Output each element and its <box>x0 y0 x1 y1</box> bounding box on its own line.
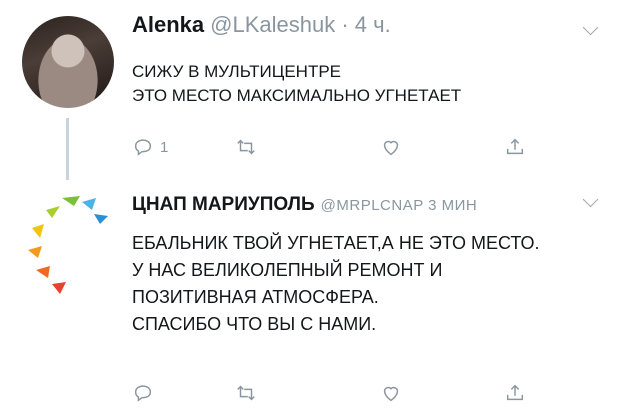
retweet-button[interactable] <box>235 134 257 160</box>
handle-time: @LKaleshuk · 4 ч. <box>210 12 391 37</box>
tweet-actions <box>132 380 552 410</box>
reply-icon <box>134 139 152 156</box>
reply-icon <box>134 385 152 402</box>
tweet-text: СИЖУ В МУЛЬТИЦЕНТРЕ ЭТО МЕСТО МАКСИМАЛЬН… <box>132 62 462 105</box>
author-name[interactable]: ЦНАП МАРИУПОЛЬ <box>132 194 315 215</box>
reply-button[interactable]: 1 <box>132 134 168 160</box>
chevron-down-icon[interactable] <box>582 191 599 208</box>
thread-line <box>66 118 69 180</box>
share-icon <box>506 138 524 155</box>
avatar[interactable] <box>22 16 114 108</box>
reply-count: 1 <box>160 138 169 156</box>
tweet[interactable]: ЦНАП МАРИУПОЛЬ @MRPLCNAP 3 МИН ЕБАЛЬНИК Т… <box>0 180 624 414</box>
tweet[interactable]: Alenka @LKaleshuk · 4 ч. СИЖУ В МУЛЬТИЦЕН… <box>0 0 624 180</box>
chevron-down-icon[interactable] <box>582 19 599 36</box>
reply-button[interactable] <box>132 380 154 406</box>
author-name[interactable]: Alenka <box>132 12 204 37</box>
tweet-actions: 1 <box>132 134 552 164</box>
like-icon <box>383 386 399 402</box>
like-icon <box>383 140 399 156</box>
handle-time: @MRPLCNAP 3 МИН <box>320 197 478 214</box>
tweet-text: ЕБАЛЬНИК ТВОЙ УГНЕТАЕТ,А НЕ ЭТО МЕСТО. У… <box>132 233 540 334</box>
share-button[interactable] <box>504 134 526 160</box>
retweet-button[interactable] <box>235 380 257 406</box>
retweet-icon <box>237 385 255 401</box>
retweet-icon <box>237 139 255 155</box>
tweet-header: Alenka @LKaleshuk · 4 ч. <box>132 12 391 38</box>
tweet-header: ЦНАП МАРИУПОЛЬ @MRPLCNAP 3 МИН <box>132 194 477 216</box>
like-button[interactable] <box>380 380 402 406</box>
cnap-logo-icon[interactable] <box>22 194 112 304</box>
like-button[interactable] <box>380 134 402 160</box>
share-button[interactable] <box>504 380 526 406</box>
share-icon <box>506 384 524 401</box>
